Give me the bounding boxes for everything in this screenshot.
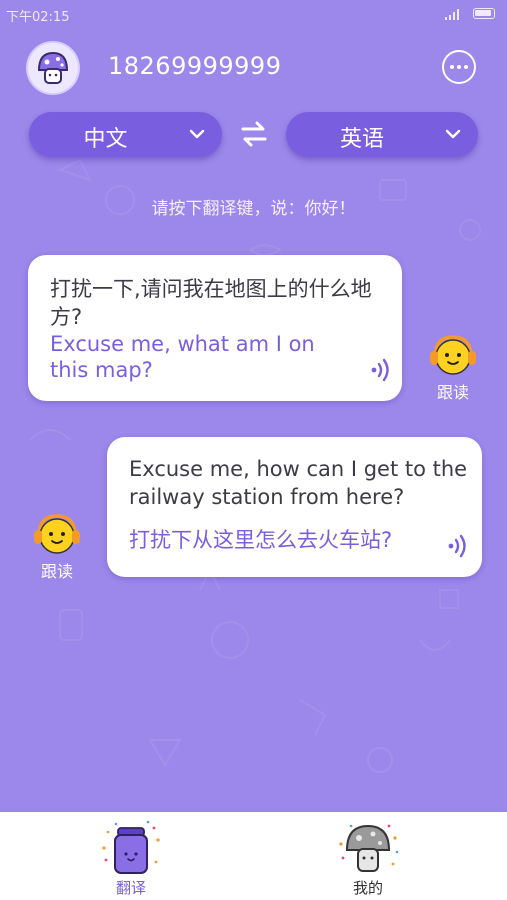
translated-text: 打扰下从这里怎么去火车站? — [129, 528, 393, 552]
battery-icon — [473, 8, 495, 19]
headphone-face-icon — [430, 335, 476, 375]
follow-read-label: 跟读 — [40, 562, 73, 581]
tab-mine[interactable]: 我的 — [308, 812, 428, 900]
conversation-bubble-1: 打扰一下,请问我在地图上的什么地方? Excuse me, what am I … — [28, 255, 402, 401]
status-bar: 下午02:15 — [0, 0, 507, 28]
mushroom-avatar-icon[interactable] — [28, 43, 78, 93]
headphone-face-icon — [34, 514, 80, 554]
signal-icon — [445, 8, 463, 20]
app-screen: 下午02:15 18269999999 中文 英语 请按下翻译键，说：你好！ 打… — [0, 0, 507, 900]
instruction-hint: 请按下翻译键，说：你好！ — [151, 199, 356, 219]
source-text: Excuse me, how can I get to the railway … — [129, 457, 468, 509]
mushroom-profile-icon — [339, 824, 399, 872]
source-language-select[interactable]: 中文 — [29, 112, 222, 157]
source-text: 打扰一下,请问我在地图上的什么地方? — [50, 277, 372, 329]
tab-translate-label: 翻译 — [115, 879, 146, 897]
status-time: 下午02:15 — [6, 10, 70, 25]
follow-read-button[interactable]: 跟读 — [22, 512, 92, 582]
swap-arrows-icon[interactable] — [238, 118, 270, 150]
bottom-nav: 翻译 我的 — [0, 812, 507, 900]
tab-translate[interactable]: 翻译 — [71, 812, 191, 900]
conversation-bubble-2: Excuse me, how can I get to the railway … — [107, 437, 482, 577]
chevron-down-icon — [189, 129, 205, 139]
follow-read-button[interactable]: 跟读 — [418, 333, 488, 403]
chevron-down-icon — [445, 129, 461, 139]
phone-number: 18269999999 — [108, 52, 282, 80]
speaker-icon[interactable] — [445, 532, 471, 560]
translate-jar-icon — [102, 820, 160, 874]
translated-text: Excuse me, what am I on this map? — [50, 332, 315, 382]
tab-mine-label: 我的 — [352, 879, 383, 897]
target-language-label: 英语 — [339, 127, 384, 152]
speaker-icon[interactable] — [368, 356, 394, 384]
target-language-select[interactable]: 英语 — [286, 112, 478, 157]
more-dots-icon[interactable] — [442, 50, 476, 84]
follow-read-label: 跟读 — [436, 383, 469, 402]
source-language-label: 中文 — [83, 127, 128, 152]
